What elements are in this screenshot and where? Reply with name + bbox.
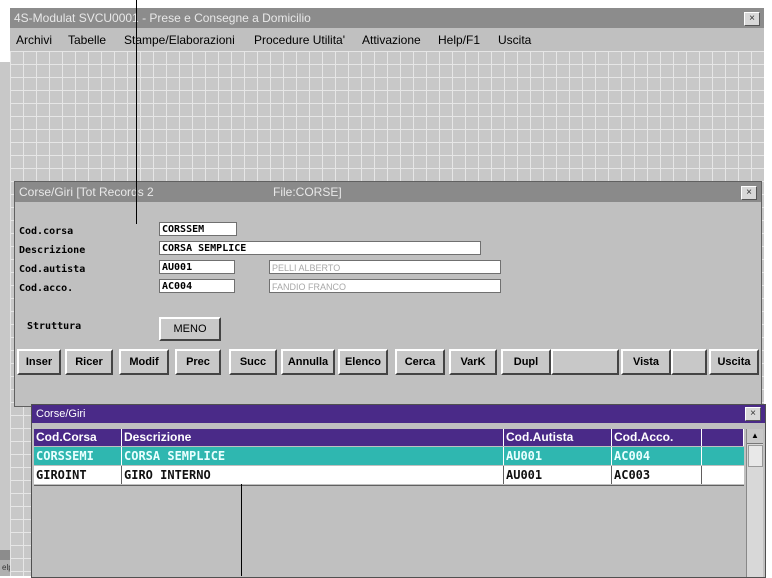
form-title: Corse/Giri [Tot Records 2 xyxy=(19,185,154,199)
cell-cod-acco: AC003 xyxy=(612,466,702,484)
cerca-button[interactable]: Cerca xyxy=(395,349,445,375)
uscita-button[interactable]: Uscita xyxy=(709,349,759,375)
scroll-thumb[interactable] xyxy=(748,445,763,467)
ricer-button[interactable]: Ricer xyxy=(65,349,113,375)
menu-help[interactable]: Help/F1 xyxy=(438,33,480,47)
inser-button[interactable]: Inser xyxy=(17,349,61,375)
app-title: 4S-Modulat SVCU0001 - Prese e Consegne a… xyxy=(14,11,311,25)
main-titlebar[interactable]: 4S-Modulat SVCU0001 - Prese e Consegne a… xyxy=(10,8,764,28)
table-row[interactable]: CORSSEMI CORSA SEMPLICE AU001 AC004 xyxy=(34,447,744,465)
close-icon[interactable]: × xyxy=(744,12,760,26)
corse-giri-list-window: Corse/Giri × Cod.Corsa Descrizione Cod.A… xyxy=(31,404,766,578)
annotation-line-top xyxy=(136,0,137,224)
struttura-label: Struttura xyxy=(27,321,82,332)
menu-tabelle[interactable]: Tabelle xyxy=(68,33,106,47)
scroll-up-icon[interactable]: ▲ xyxy=(747,429,763,444)
menu-bar: Archivi Tabelle Stampe/Elaborazioni Proc… xyxy=(10,29,764,51)
dupl-button[interactable]: Dupl xyxy=(501,349,551,375)
column-header-cod-corsa[interactable]: Cod.Corsa xyxy=(34,429,122,446)
list-title: Corse/Giri xyxy=(36,408,86,420)
menu-attivazione[interactable]: Attivazione xyxy=(362,33,421,47)
column-header-cod-acco[interactable]: Cod.Acco. xyxy=(612,429,702,446)
cell-descrizione: GIRO INTERNO xyxy=(122,466,504,484)
cod-acco-field[interactable]: AC004 xyxy=(159,279,235,293)
cod-autista-field[interactable]: AU001 xyxy=(159,260,235,274)
list-titlebar[interactable]: Corse/Giri × xyxy=(32,405,765,423)
annulla-button[interactable]: Annulla xyxy=(281,349,335,375)
menu-archivi[interactable]: Archivi xyxy=(16,33,52,47)
table-bottom-divider xyxy=(34,485,744,486)
menu-procedure-utilita[interactable]: Procedure Utilita' xyxy=(254,33,345,47)
descrizione-label: Descrizione xyxy=(19,245,86,256)
column-header-blank xyxy=(702,429,744,446)
cell-cod-autista: AU001 xyxy=(504,466,612,484)
cell-cod-corsa: GIROINT xyxy=(34,466,122,484)
succ-button[interactable]: Succ xyxy=(229,349,277,375)
column-header-cod-autista[interactable]: Cod.Autista xyxy=(504,429,612,446)
menu-uscita[interactable]: Uscita xyxy=(498,33,531,47)
close-icon[interactable]: × xyxy=(741,186,757,200)
autista-name-field: PELLI ALBERTO xyxy=(269,260,501,274)
background-window-edge xyxy=(0,62,10,576)
menu-stampe-elaborazioni[interactable]: Stampe/Elaborazioni xyxy=(124,33,235,47)
acco-name-field: FANDIO FRANCO xyxy=(269,279,501,293)
empty-button[interactable] xyxy=(671,349,707,375)
cod-corsa-label: Cod.corsa xyxy=(19,226,74,237)
annotation-line-bottom xyxy=(241,484,242,576)
elenco-button[interactable]: Elenco xyxy=(338,349,388,375)
cod-corsa-field[interactable]: CORSSEM xyxy=(159,222,237,236)
modif-button[interactable]: Modif xyxy=(119,349,169,375)
corse-giri-form-window: Corse/Giri [Tot Records 2 File:CORSE] × … xyxy=(14,181,762,407)
cod-autista-label: Cod.autista xyxy=(19,264,86,275)
vista-button[interactable]: Vista xyxy=(621,349,671,375)
cell-cod-acco: AC004 xyxy=(612,447,702,465)
form-file-label: File:CORSE] xyxy=(273,185,342,199)
descrizione-field[interactable]: CORSA SEMPLICE xyxy=(159,241,481,255)
close-icon[interactable]: × xyxy=(745,407,761,421)
cell-cod-corsa: CORSSEMI xyxy=(34,447,122,465)
column-header-descrizione[interactable]: Descrizione xyxy=(122,429,504,446)
meno-button[interactable]: MENO xyxy=(159,317,221,341)
vark-button[interactable]: VarK xyxy=(449,349,497,375)
prec-button[interactable]: Prec xyxy=(175,349,221,375)
table-row[interactable]: GIROINT GIRO INTERNO AU001 AC003 xyxy=(34,466,744,484)
vertical-scrollbar[interactable]: ▲ xyxy=(746,429,763,577)
form-titlebar[interactable]: Corse/Giri [Tot Records 2 File:CORSE] × xyxy=(15,182,761,202)
cod-acco-label: Cod.acco. xyxy=(19,283,74,294)
empty-button[interactable] xyxy=(551,349,619,375)
cell-cod-autista: AU001 xyxy=(504,447,612,465)
cell-descrizione: CORSA SEMPLICE xyxy=(122,447,504,465)
